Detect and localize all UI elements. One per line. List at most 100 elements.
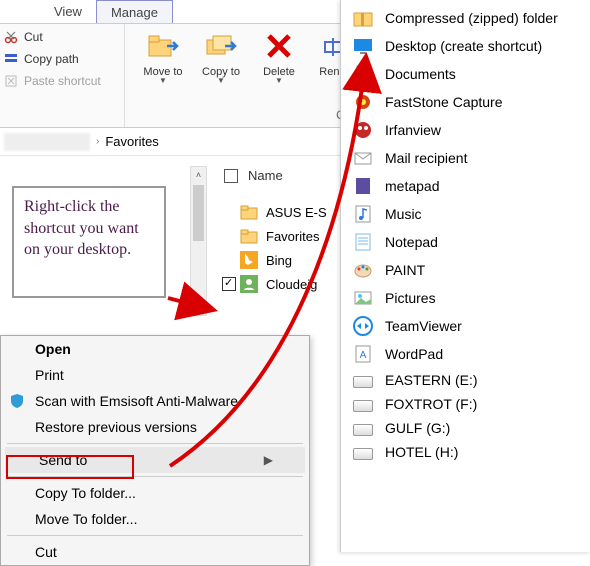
- list-item[interactable]: Bing: [240, 248, 327, 272]
- sendto-label: WordPad: [385, 346, 443, 362]
- menu-open[interactable]: Open: [1, 336, 309, 362]
- sendto-item-drive-e[interactable]: EASTERN (E:): [341, 368, 590, 392]
- list-item[interactable]: ASUS E-S: [240, 200, 327, 224]
- menu-print[interactable]: Print: [1, 362, 309, 388]
- chevron-down-icon: ▼: [217, 76, 225, 85]
- sendto-label: Mail recipient: [385, 150, 467, 166]
- chevron-right-icon: ›: [96, 136, 99, 147]
- sendto-label: GULF (G:): [385, 420, 450, 436]
- menu-copy-to-folder[interactable]: Copy To folder...: [1, 480, 309, 506]
- documents-icon: [353, 64, 373, 84]
- sendto-item-drive-f[interactable]: FOXTROT (F:): [341, 392, 590, 416]
- sendto-item-teamviewer[interactable]: TeamViewer: [341, 312, 590, 340]
- sendto-label: FastStone Capture: [385, 94, 503, 110]
- sendto-item-paint[interactable]: PAINT: [341, 256, 590, 284]
- sendto-item-desktop[interactable]: Desktop (create shortcut): [341, 32, 590, 60]
- sendto-label: Irfanview: [385, 122, 441, 138]
- tab-manage[interactable]: Manage: [96, 0, 173, 23]
- sendto-label: Compressed (zipped) folder: [385, 10, 558, 26]
- file-name: Bing: [266, 253, 292, 268]
- drive-icon: [353, 376, 373, 388]
- sendto-item-wordpad[interactable]: A WordPad: [341, 340, 590, 368]
- scrollbar[interactable]: ˄ ˅: [190, 166, 207, 316]
- scroll-thumb[interactable]: [193, 185, 204, 241]
- scroll-up-icon[interactable]: ˄: [191, 167, 206, 183]
- drive-icon: [353, 400, 373, 412]
- shield-icon: [9, 393, 25, 409]
- notepad-icon: [353, 232, 373, 252]
- faststone-icon: [353, 92, 373, 112]
- svg-text:A: A: [360, 350, 367, 361]
- menu-cut[interactable]: Cut: [1, 539, 309, 565]
- move-to-button[interactable]: Move to ▼: [139, 28, 187, 110]
- sendto-item-mail[interactable]: Mail recipient: [341, 144, 590, 172]
- sendto-label: Music: [385, 206, 422, 222]
- menu-separator: [7, 476, 303, 477]
- copy-path-button[interactable]: Copy path: [4, 52, 120, 66]
- file-name: ASUS E-S: [266, 205, 327, 220]
- sendto-label: Documents: [385, 66, 456, 82]
- sendto-submenu: Compressed (zipped) folder Desktop (crea…: [340, 0, 590, 552]
- sendto-label: EASTERN (E:): [385, 372, 478, 388]
- breadcrumb-obscured: [4, 133, 90, 151]
- sendto-item-irfanview[interactable]: Irfanview: [341, 116, 590, 144]
- copy-path-label: Copy path: [24, 52, 79, 66]
- menu-separator: [7, 443, 303, 444]
- breadcrumb-favorites[interactable]: Favorites: [105, 134, 158, 149]
- copy-path-icon: [4, 52, 18, 66]
- sendto-label: PAINT: [385, 262, 425, 278]
- submenu-arrow-icon: ▶: [264, 453, 273, 467]
- menu-separator: [7, 535, 303, 536]
- drive-icon: [353, 424, 373, 436]
- sendto-item-faststone[interactable]: FastStone Capture: [341, 88, 590, 116]
- sendto-label: HOTEL (H:): [385, 444, 458, 460]
- sendto-label: Notepad: [385, 234, 438, 250]
- menu-send-to[interactable]: Send to ▶: [5, 447, 305, 473]
- sendto-item-notepad[interactable]: Notepad: [341, 228, 590, 256]
- list-item-selected[interactable]: Cloudeig: [240, 272, 327, 296]
- sendto-label: FOXTROT (F:): [385, 396, 477, 412]
- sendto-item-drive-h[interactable]: HOTEL (H:): [341, 440, 590, 464]
- sendto-item-music[interactable]: Music: [341, 200, 590, 228]
- folder-icon: [240, 227, 258, 245]
- menu-restore[interactable]: Restore previous versions: [1, 414, 309, 440]
- sendto-item-metapad[interactable]: metapad: [341, 172, 590, 200]
- wordpad-icon: A: [353, 344, 373, 364]
- irfanview-icon: [353, 120, 373, 140]
- desktop-icon: [353, 36, 373, 56]
- music-icon: [353, 204, 373, 224]
- tab-view[interactable]: View: [40, 0, 96, 23]
- pictures-icon: [353, 288, 373, 308]
- menu-move-to-folder[interactable]: Move To folder...: [1, 506, 309, 532]
- sendto-item-pictures[interactable]: Pictures: [341, 284, 590, 312]
- sendto-item-zip[interactable]: Compressed (zipped) folder: [341, 4, 590, 32]
- file-name: Favorites: [266, 229, 319, 244]
- item-checkbox[interactable]: [222, 277, 236, 291]
- zip-folder-icon: [353, 8, 373, 28]
- mail-icon: [353, 148, 373, 168]
- paste-shortcut-icon: [4, 74, 18, 88]
- delete-icon: [261, 28, 297, 64]
- chevron-down-icon: ▼: [159, 76, 167, 85]
- select-all-checkbox[interactable]: [224, 169, 238, 183]
- scroll-down-icon[interactable]: ˅: [191, 299, 206, 315]
- sendto-item-documents[interactable]: Documents: [341, 60, 590, 88]
- file-list: ASUS E-S Favorites Bing Cloudeig: [240, 200, 327, 296]
- teamviewer-icon: [353, 316, 373, 336]
- column-header[interactable]: Name: [224, 168, 283, 183]
- file-name: Cloudeig: [266, 277, 317, 292]
- cut-button[interactable]: Cut: [4, 30, 120, 44]
- sendto-item-drive-g[interactable]: GULF (G:): [341, 416, 590, 440]
- copy-to-button[interactable]: Copy to ▼: [197, 28, 245, 110]
- sendto-label: TeamViewer: [385, 318, 462, 334]
- list-item[interactable]: Favorites: [240, 224, 327, 248]
- cut-label: Cut: [24, 30, 43, 44]
- clipboard-group: Cut Copy path Paste shortcut: [0, 24, 125, 127]
- metapad-icon: [353, 176, 373, 196]
- copy-to-icon: [203, 28, 239, 64]
- instruction-callout: Right-click the shortcut you want on you…: [12, 186, 166, 298]
- column-name-label: Name: [248, 168, 283, 183]
- bing-icon: [240, 251, 258, 269]
- delete-button[interactable]: Delete ▼: [255, 28, 303, 110]
- menu-scan[interactable]: Scan with Emsisoft Anti-Malware: [1, 388, 309, 414]
